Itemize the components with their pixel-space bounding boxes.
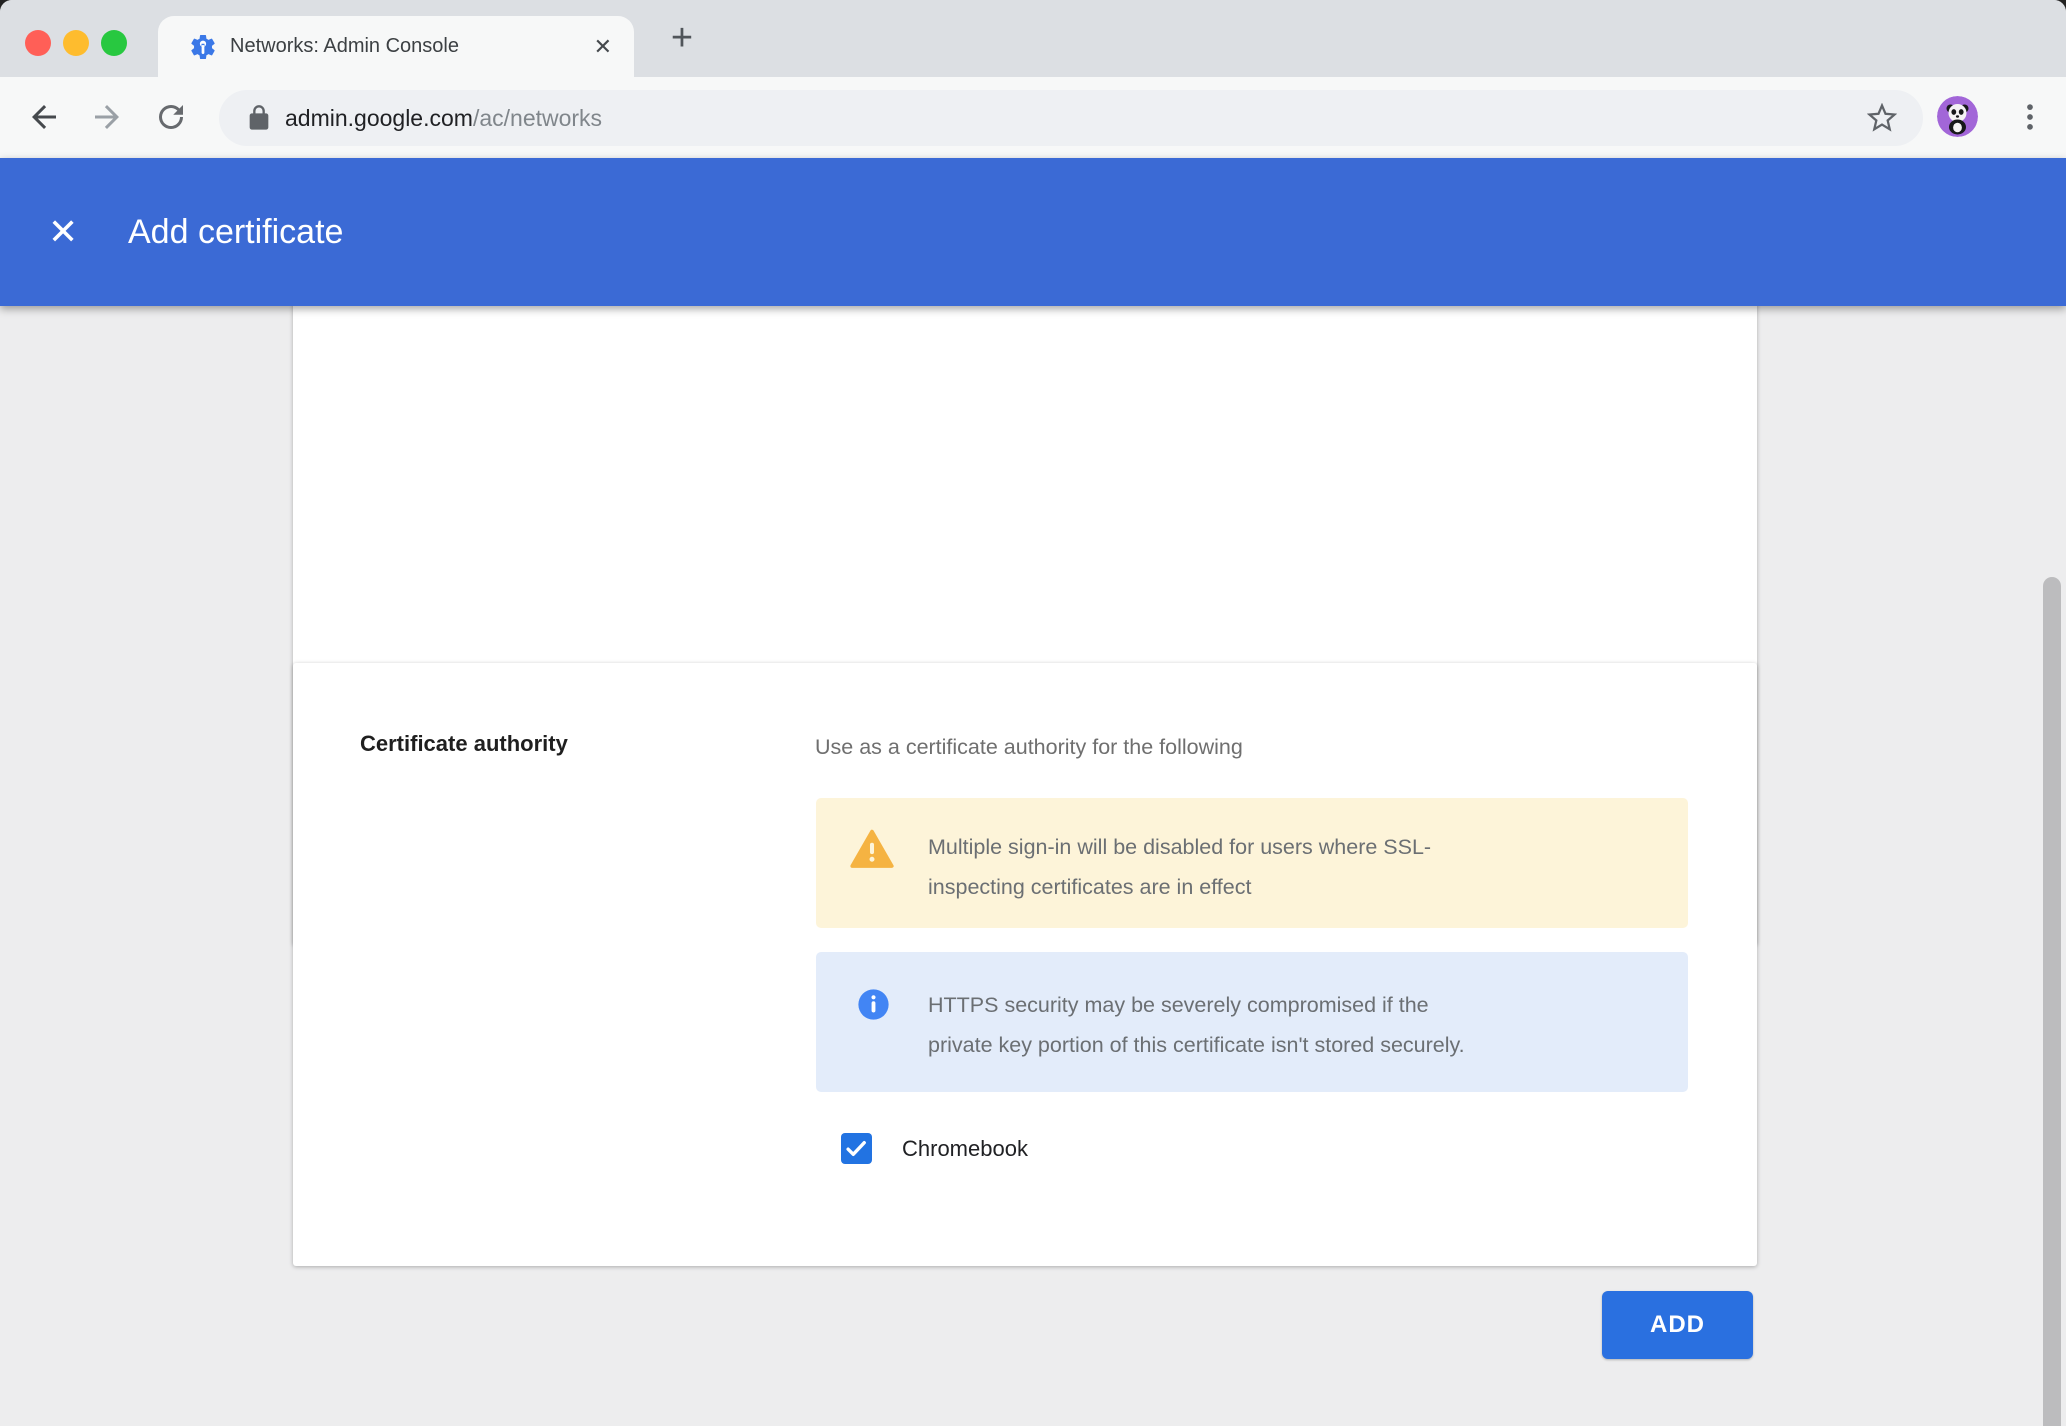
tab-title: Networks: Admin Console <box>230 16 459 77</box>
https-info-banner: HTTPS security may be severely compromis… <box>816 952 1688 1092</box>
warning-text: Multiple sign-in will be disabled for us… <box>928 827 1431 907</box>
checkmark-icon <box>841 1133 872 1164</box>
browser-window: Networks: Admin Console ✕ + admin.google… <box>0 0 2066 1426</box>
macos-close-button[interactable] <box>25 30 51 56</box>
ssl-warning-banner: Multiple sign-in will be disabled for us… <box>816 798 1688 928</box>
profile-avatar[interactable] <box>1937 96 1978 137</box>
dialog-header: ✕ Add certificate <box>0 158 2066 306</box>
warning-triangle-icon <box>850 828 894 870</box>
dialog-content: Issued to:Cipafilter Web-Filtering Autho… <box>0 306 2066 1426</box>
new-tab-button[interactable]: + <box>660 13 704 63</box>
admin-console-favicon-icon <box>188 32 218 62</box>
url-text[interactable]: admin.google.com/ac/networks <box>285 90 602 146</box>
certificate-authority-card: Certificate authority Use as a certifica… <box>293 663 1757 1266</box>
section-heading: Certificate authority <box>360 731 568 757</box>
tab-strip: Networks: Admin Console ✕ + <box>0 0 2066 77</box>
dialog-close-icon[interactable]: ✕ <box>48 158 78 306</box>
add-button[interactable]: ADD <box>1602 1291 1753 1359</box>
panda-avatar-icon <box>1937 96 1978 137</box>
url-path: /ac/networks <box>473 105 602 131</box>
back-icon[interactable] <box>26 99 62 135</box>
url-domain: admin.google.com <box>285 105 473 131</box>
bookmark-star-icon[interactable] <box>1867 103 1897 133</box>
tab-close-icon[interactable]: ✕ <box>594 16 612 77</box>
browser-toolbar: admin.google.com/ac/networks <box>0 77 2066 158</box>
url-bar[interactable]: admin.google.com/ac/networks <box>219 90 1923 146</box>
browser-tab[interactable]: Networks: Admin Console ✕ <box>158 16 634 77</box>
reload-icon[interactable] <box>153 99 189 135</box>
forward-icon[interactable] <box>89 99 125 135</box>
https-lock-icon[interactable] <box>245 104 273 132</box>
dialog-title: Add certificate <box>128 158 343 306</box>
vertical-scrollbar[interactable] <box>2043 577 2061 1426</box>
chrome-menu-icon[interactable] <box>2012 99 2048 135</box>
info-circle-icon <box>857 988 890 1021</box>
section-description: Use as a certificate authority for the f… <box>815 735 1243 760</box>
chromebook-checkbox-label[interactable]: Chromebook <box>902 1131 1028 1167</box>
macos-minimize-button[interactable] <box>63 30 89 56</box>
info-text: HTTPS security may be severely compromis… <box>928 985 1465 1065</box>
chromebook-checkbox[interactable] <box>841 1133 872 1164</box>
macos-zoom-button[interactable] <box>101 30 127 56</box>
